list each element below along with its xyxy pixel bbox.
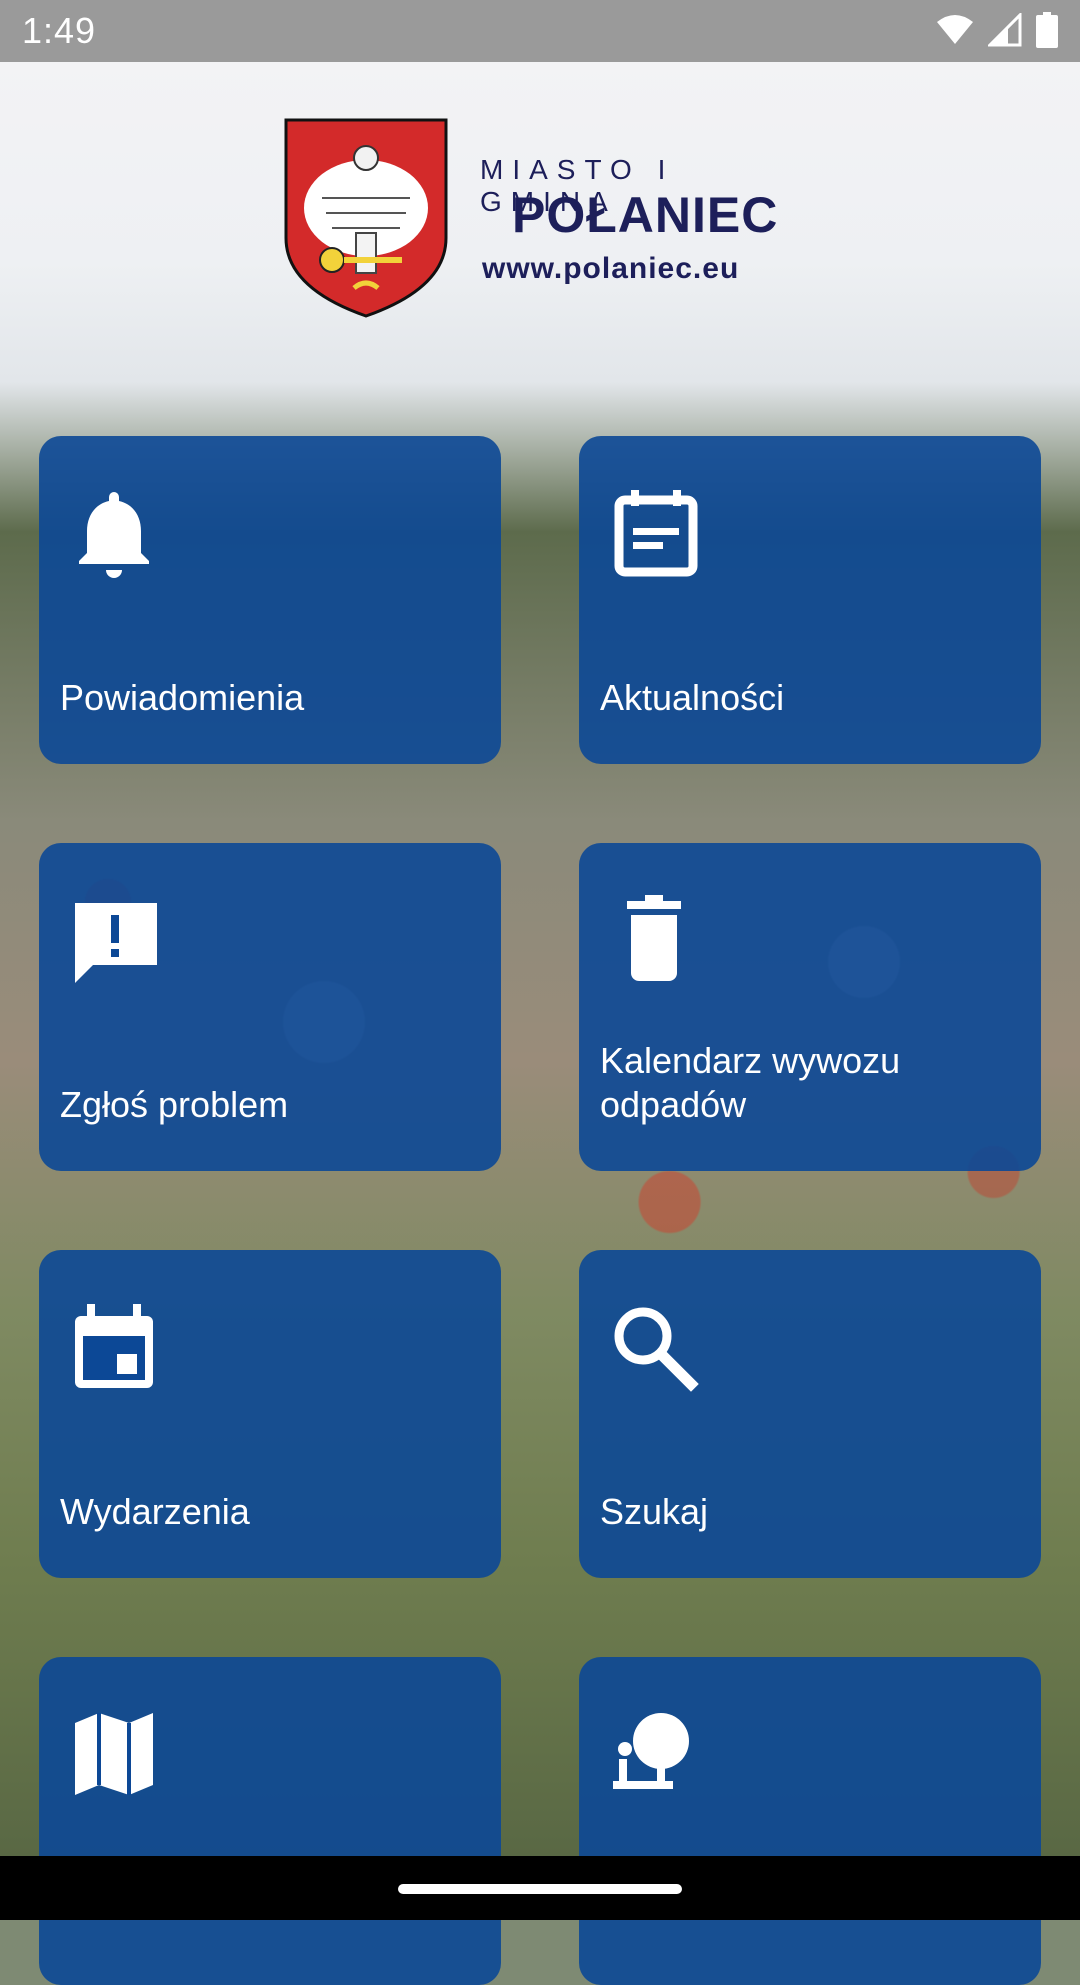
logo-website: www.polaniec.eu [482,252,740,285]
battery-icon [1036,12,1058,48]
tile-label: Aktualności [600,677,785,718]
tile-mapa[interactable] [39,1657,501,1985]
calendar-event-icon [75,1304,153,1388]
tile-wydarzenia[interactable]: Wydarzenia [39,1250,501,1578]
bell-icon [79,492,149,578]
tile-aktualnosci[interactable]: Aktualności [579,436,1041,764]
wifi-icon [937,15,973,44]
polaniec-logo: MIASTO I GMINA POŁANIEC www.polaniec.eu [282,118,802,318]
map-icon [75,1713,153,1795]
status-bar: 1:49 [0,0,1080,62]
home-gesture-handle[interactable] [398,1884,682,1894]
tile-label: Powiadomienia [60,677,305,718]
tile-label: Kalendarz wywozu odpadów [600,1040,901,1125]
navigation-bar [0,1856,1080,1920]
signal-icon [988,13,1022,47]
tile-label: Szukaj [600,1491,709,1532]
tile-zglos-problem[interactable]: Zgłoś problem [39,843,501,1171]
news-icon [614,490,698,577]
search-icon [614,1307,699,1392]
tile-label: Wydarzenia [60,1491,250,1532]
tile-wypoczynek[interactable] [579,1657,1041,1985]
coat-of-arms-icon [284,118,448,318]
park-icon [613,1713,689,1789]
logo-title: POŁANIEC [512,187,779,243]
status-time: 1:49 [22,10,97,51]
tile-powiadomienia[interactable]: Powiadomienia [39,436,501,764]
trash-icon [627,895,681,981]
tile-szukaj[interactable]: Szukaj [579,1250,1041,1578]
tile-kalendarz-wywozu[interactable]: Kalendarz wywozu odpadów [579,843,1041,1171]
report-problem-icon [75,903,157,983]
tile-label: Zgłoś problem [60,1084,289,1125]
